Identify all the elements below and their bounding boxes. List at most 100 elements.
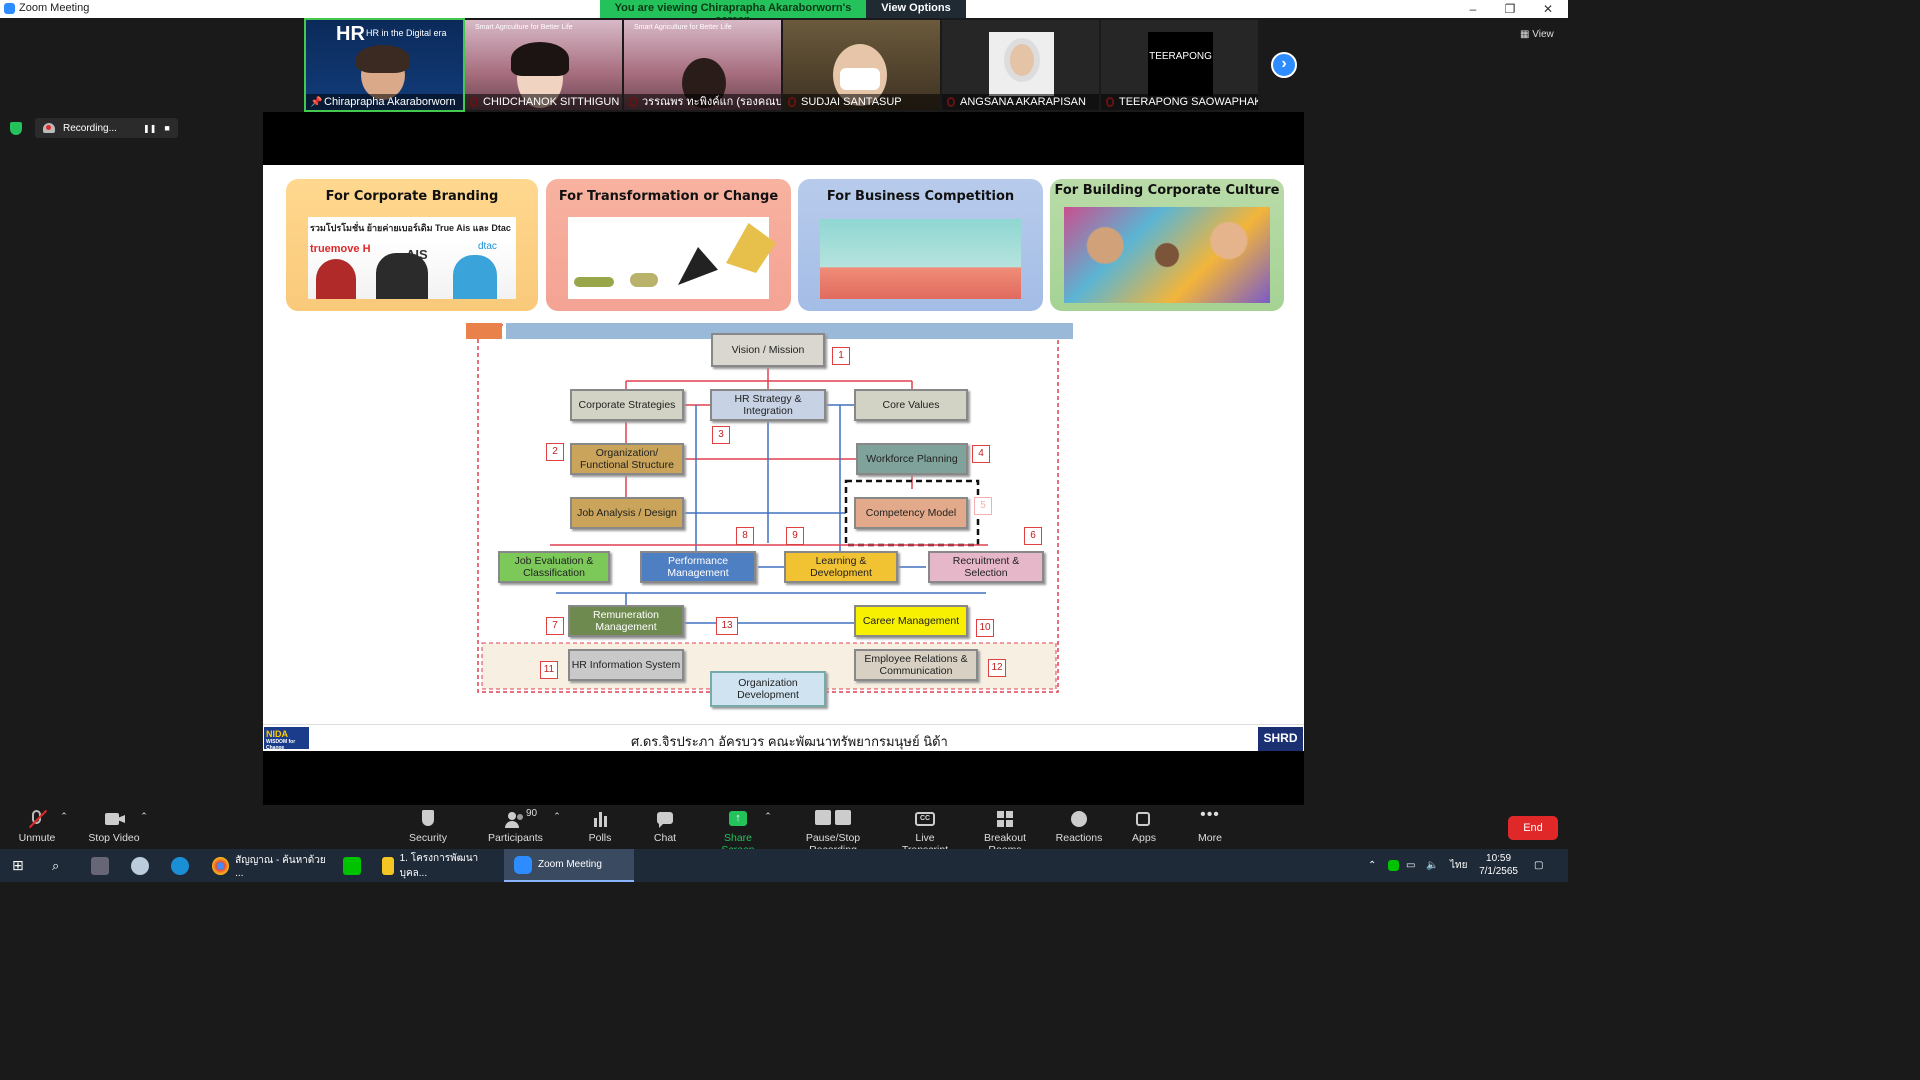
label-8: 8 [736,527,754,545]
card-title: For Building Corporate Culture [1054,183,1280,198]
taskbar-edge[interactable] [171,849,189,882]
taskbar-file[interactable]: 1. โครงการพัฒนาบุคล... [372,849,502,882]
participant-tile[interactable]: ANGSANA AKARAPISAN [942,20,1099,110]
label-7: 7 [546,617,564,635]
label-13: 13 [716,617,738,635]
card-caption: รวมโปรโมชั่น ย้ายค่ายเบอร์เดิม True Ais … [310,223,511,233]
participants-caret[interactable]: ⌃ [552,810,562,822]
box-performance: Performance Management [640,551,756,583]
box-hris: HR Information System [568,649,684,681]
encryption-shield-icon[interactable] [10,122,22,135]
polls-button[interactable]: Polls [586,810,614,844]
box-job-analysis: Job Analysis / Design [570,497,684,529]
network-icon: ▭ [1406,860,1416,871]
participant-strip: HR HR in the Digital era Chiraprapha Aka… [304,18,1258,112]
end-meeting-button[interactable]: End [1508,816,1558,840]
slide: For Corporate Branding รวมโปรโมชั่น ย้าย… [263,165,1304,751]
share-banner: You are viewing Chiraprapha Akaraborworn… [600,0,966,27]
more-button[interactable]: ••• More [1194,806,1226,845]
participant-tile[interactable]: SUDJAI SANTASUP [783,20,940,110]
view-button[interactable]: ▦ View [1520,29,1554,40]
line-icon [1388,860,1399,871]
brand-truemove: truemove H [310,243,371,255]
caret-up-icon: ⌃ [764,811,772,821]
audio-options-caret[interactable]: ⌃ [60,810,68,822]
search-button[interactable]: ⌕ [52,849,59,882]
closed-caption-icon: CC [914,810,936,828]
participant-tile[interactable]: HR HR in the Digital era Chiraprapha Aka… [304,18,465,112]
share-banner-message: You are viewing Chiraprapha Akaraborworn… [600,0,866,26]
overlay-text: HR in the Digital era [366,28,447,38]
card-title: For Business Competition [826,189,1015,204]
label-9: 9 [786,527,804,545]
taskbar-zoom[interactable]: Zoom Meeting [504,849,634,882]
cloud-record-icon [43,123,55,133]
participant-name: CHIDCHANOK SITTHIGUN [465,94,622,110]
label-3: 3 [712,426,730,444]
box-hr-strategy: HR Strategy & Integration [710,389,826,421]
tray-line[interactable] [1388,849,1399,882]
card-title: For Corporate Branding [325,189,499,204]
overlay-logo: HR [336,23,365,45]
box-recruitment: Recruitment & Selection [928,551,1044,583]
start-button[interactable]: ⊞ [12,849,24,882]
taskbar-line[interactable] [343,849,361,882]
participant-name: วรรณพร ทะพิงค์แก (รองคณบดี... [624,94,781,110]
box-learning: Learning & Development [784,551,898,583]
palette-icon [131,856,149,875]
ellipsis-icon: ••• [1200,806,1220,823]
notifications-button[interactable]: ▢ [1534,849,1543,882]
reactions-button[interactable]: Reactions [1054,810,1104,844]
participants-button[interactable]: 90 Participants [488,808,543,844]
grid-icon [994,810,1016,828]
stop-video-button[interactable]: Stop Video [88,810,140,844]
apps-icon [1133,810,1155,828]
participant-tile[interactable]: TEERAPONG TEERAPONG SAOWAPHAK [1101,20,1258,110]
taskbar-calculator[interactable] [91,849,109,882]
windows-icon: ⊞ [12,857,24,873]
nida-logo: NIDA WISDOM for Change [264,727,309,751]
tray-volume[interactable]: 🔈 [1426,849,1438,882]
chrome-icon [212,856,230,875]
participant-avatar-text: TEERAPONG [1148,32,1213,96]
unmute-button[interactable]: Unmute [18,809,56,844]
video-options-caret[interactable]: ⌃ [140,810,148,822]
recording-indicator: Recording... ❚❚ ■ [35,118,178,138]
taskbar-paint[interactable] [131,849,149,882]
card-business-competition: For Business Competition [798,179,1043,311]
tray-network[interactable]: ▭ [1406,849,1415,882]
tray-language[interactable]: ไทย [1450,849,1467,882]
zoom-icon [4,2,15,14]
caret-up-icon: ⌃ [553,811,561,821]
taskbar-chrome[interactable]: สัญญาณ - ค้นหาด้วย ... [202,849,332,882]
minimize-button[interactable]: – [1455,0,1491,18]
restore-button[interactable]: ❐ [1492,0,1528,18]
windows-taskbar: ⊞ ⌕ สัญญาณ - ค้นหาด้วย ... 1. โครงการพัฒ… [0,849,1568,882]
card-image: รวมโปรโมชั่น ย้ายค่ายเบอร์เดิม True Ais … [308,217,516,299]
view-options-button[interactable]: View Options ⌄ [866,0,966,27]
recording-label: Recording... [63,122,117,134]
apps-button[interactable]: Apps [1130,810,1158,844]
participant-tile[interactable]: Smart Agriculture for Better Life วรรณพร… [624,20,781,110]
share-screen-icon: ↑ [727,810,749,828]
overlay-text: Smart Agriculture for Better Life [475,24,573,31]
caret-up-icon: ⌃ [60,811,68,821]
tray-overflow[interactable]: ⌃ [1368,849,1376,882]
security-button[interactable]: Security [408,810,448,844]
brand-dtac: dtac [478,241,497,252]
footer-text: ศ.ดร.จิรประภา อัครบวร คณะพัฒนาทรัพยากรมน… [631,734,948,749]
next-page-button[interactable]: › [1271,52,1297,78]
shield-icon [417,810,439,828]
close-button[interactable]: ✕ [1530,0,1566,18]
stop-recording-button[interactable]: ■ [164,123,169,133]
box-employee-relations: Employee Relations & Communication [854,649,978,681]
share-options-caret[interactable]: ⌃ [764,810,772,822]
participant-name: TEERAPONG SAOWAPHAK [1101,94,1258,110]
chevron-up-icon: ⌃ [1368,860,1377,871]
participant-tile[interactable]: Smart Agriculture for Better Life CHIDCH… [465,20,622,110]
chat-button[interactable]: Chat [650,810,680,844]
pause-recording-button[interactable]: ❚❚ [143,124,156,133]
label-2: 2 [546,443,564,461]
taskbar-clock[interactable]: 10:59 7/1/2565 [1479,852,1518,878]
label-11: 11 [540,661,558,679]
